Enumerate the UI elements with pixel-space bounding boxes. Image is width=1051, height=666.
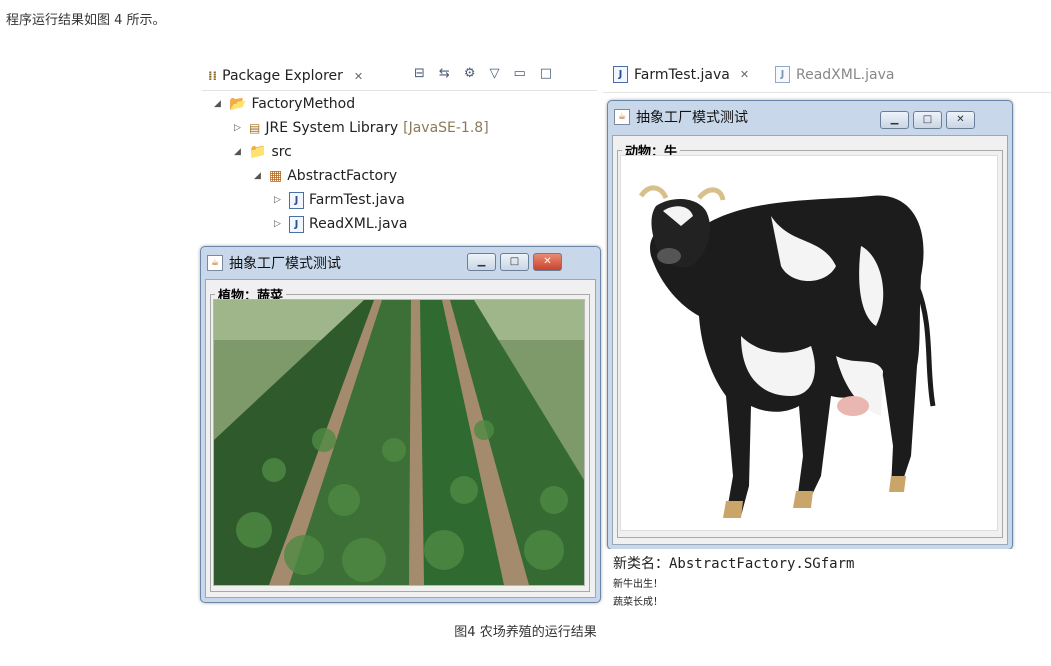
expanded-arrow-icon[interactable]: ◢ <box>234 147 244 157</box>
package-explorer-icon: ⁞⁞ <box>208 69 218 83</box>
maximize-button[interactable]: □ <box>500 253 529 271</box>
console-line: 新类名：AbstractFactory.SGfarm <box>613 556 855 572</box>
vegetable-field-picture <box>214 300 584 585</box>
plant-window: ☕ 抽象工厂模式测试 ▁ □ ✕ 植物：蔬菜 <box>200 246 601 603</box>
close-button[interactable]: ✕ <box>946 111 975 129</box>
cow-picture <box>638 185 936 518</box>
expanded-arrow-icon[interactable]: ◢ <box>254 171 264 181</box>
animal-window: ☕ 抽象工厂模式测试 ▁ □ ✕ 动物：牛 <box>607 100 1013 550</box>
minimize-button[interactable]: ▁ <box>467 253 496 271</box>
filter-icon[interactable]: ⚙ <box>464 66 476 81</box>
minimize-button[interactable]: ▁ <box>880 111 909 129</box>
collapsed-arrow-icon[interactable]: ▷ <box>234 123 244 133</box>
console-output: 新类名：AbstractFactory.SGfarm 新牛出生！ 蔬菜长成！ <box>607 549 1017 611</box>
editor-tab-bar: J FarmTest.java ✕ J ReadXML.java <box>603 58 1051 93</box>
collapsed-arrow-icon[interactable]: ▷ <box>274 219 284 229</box>
console-line: 蔬菜长成！ <box>613 597 663 608</box>
editor-tab-label: FarmTest.java <box>634 66 730 83</box>
vegetable-field-image <box>213 299 585 586</box>
window-controls: ▁ □ ✕ <box>880 111 975 129</box>
window-titlebar: ☕ 抽象工厂模式测试 <box>207 253 341 273</box>
console-line: 新牛出生！ <box>613 579 663 590</box>
minimize-icon[interactable]: ▭ <box>513 66 525 81</box>
editor-tab-label: ReadXML.java <box>796 66 895 83</box>
maximize-button[interactable]: □ <box>913 111 942 129</box>
java-app-icon: ☕ <box>614 109 630 125</box>
package-explorer-header: ⁞⁞ Package Explorer ✕ ⊟ ⇆ ⚙ ▽ ▭ □ <box>202 58 597 91</box>
cow-image <box>620 155 998 531</box>
tree-item-farmtest[interactable]: ▷ J FarmTest.java <box>274 188 405 212</box>
source-folder-icon: 📁 <box>249 144 267 160</box>
close-button[interactable]: ✕ <box>533 253 562 271</box>
plant-group: 植物：蔬菜 <box>210 285 590 592</box>
java-file-icon: J <box>289 191 304 209</box>
tree-item-label: ReadXML.java <box>309 216 408 232</box>
close-tab-icon[interactable]: ✕ <box>354 70 363 83</box>
tree-item-readxml[interactable]: ▷ J ReadXML.java <box>274 212 407 236</box>
intro-text: 程序运行结果如图 4 所示。 <box>6 13 166 28</box>
tree-item-jre[interactable]: ▷ ▤ JRE System Library [JavaSE-1.8] <box>234 116 489 140</box>
maximize-icon[interactable]: □ <box>540 66 552 81</box>
tree-item-src[interactable]: ◢ 📁 src <box>234 140 292 164</box>
link-editor-icon[interactable]: ⇆ <box>439 66 450 81</box>
package-icon: ▦ <box>269 168 283 184</box>
tree-item-label: FarmTest.java <box>309 192 405 208</box>
tree-item-label: src <box>271 144 292 160</box>
package-explorer-tab[interactable]: ⁞⁞ Package Explorer ✕ <box>208 64 363 88</box>
java-file-icon: J <box>289 215 304 233</box>
close-tab-icon[interactable]: ✕ <box>740 68 749 81</box>
window-title: 抽象工厂模式测试 <box>636 110 748 126</box>
java-app-icon: ☕ <box>207 255 223 271</box>
window-controls: ▁ □ ✕ <box>467 253 562 271</box>
window-title: 抽象工厂模式测试 <box>229 256 341 272</box>
collapsed-arrow-icon[interactable]: ▷ <box>274 195 284 205</box>
window-titlebar: ☕ 抽象工厂模式测试 <box>614 107 748 127</box>
java-file-icon: J <box>613 66 628 83</box>
window-content: 动物：牛 <box>612 135 1008 545</box>
tree-item-label: JRE System Library <box>265 120 399 136</box>
view-menu-icon[interactable]: ▽ <box>489 66 499 81</box>
editor-tab-farmtest[interactable]: J FarmTest.java ✕ <box>613 66 749 83</box>
animal-group: 动物：牛 <box>617 141 1003 538</box>
window-content: 植物：蔬菜 <box>205 279 596 598</box>
view-toolbar: ⊟ ⇆ ⚙ ▽ ▭ □ <box>414 66 552 81</box>
project-folder-icon: 📂 <box>229 96 247 112</box>
tree-item-project[interactable]: ◢ 📂 FactoryMethod <box>214 92 355 116</box>
figure-caption: 图4 农场养殖的运行结果 <box>454 625 597 640</box>
package-explorer-title: Package Explorer <box>222 68 343 84</box>
collapse-all-icon[interactable]: ⊟ <box>414 66 425 81</box>
library-icon: ▤ <box>249 121 261 135</box>
tree-item-package[interactable]: ◢ ▦ AbstractFactory <box>254 164 397 188</box>
java-file-icon: J <box>775 66 790 83</box>
tree-item-label: FactoryMethod <box>251 96 356 112</box>
tree-item-suffix: [JavaSE-1.8] <box>403 120 489 136</box>
editor-tab-readxml[interactable]: J ReadXML.java <box>775 66 894 83</box>
tree-item-label: AbstractFactory <box>287 168 398 184</box>
expanded-arrow-icon[interactable]: ◢ <box>214 99 224 109</box>
